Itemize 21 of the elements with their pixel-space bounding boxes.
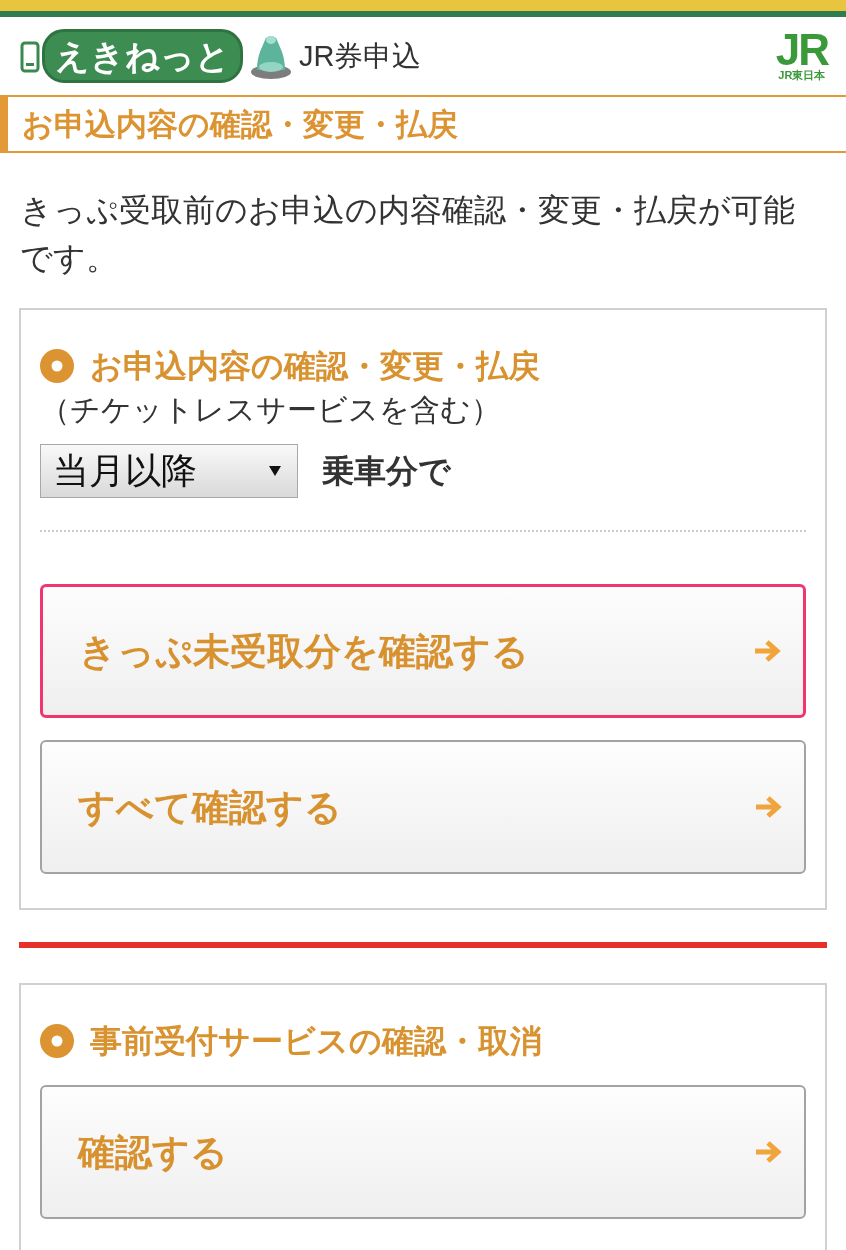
bullet-icon (40, 1024, 74, 1058)
arrow-right-icon (753, 638, 783, 664)
bullet-icon (40, 349, 74, 383)
phone-icon (20, 41, 40, 73)
brand-logo-mark: JR (775, 30, 828, 69)
brand-logo-caption: JR東日本 (778, 68, 826, 82)
page-header-title: JR券申込 (299, 41, 422, 71)
caret-icon (269, 465, 281, 477)
arrow-right-icon (754, 1139, 784, 1165)
intro-text: きっぷ受取前のお申込の内容確認・変更・払戻が可能です。 (20, 191, 796, 278)
section-heading: 事前受付サービスの確認・取消 (90, 1022, 542, 1061)
arrow-right-icon (754, 794, 784, 820)
action-button[interactable]: すべて確認する (40, 740, 806, 874)
logo-wordmark[interactable]: えきねっと (42, 29, 243, 83)
action-button[interactable]: 確認する (40, 1085, 806, 1219)
section-note: （チケットレスサービスを含む） (40, 393, 501, 426)
page-title: お申込内容の確認・変更・払戻 (22, 108, 458, 140)
month-select[interactable]: 当月以降 (40, 444, 298, 498)
section-heading: お申込内容の確認・変更・払戻 (90, 347, 540, 386)
action-button[interactable]: きっぷ未受取分を確認する (40, 584, 806, 718)
filter-suffix: 乗車分で (322, 455, 451, 487)
